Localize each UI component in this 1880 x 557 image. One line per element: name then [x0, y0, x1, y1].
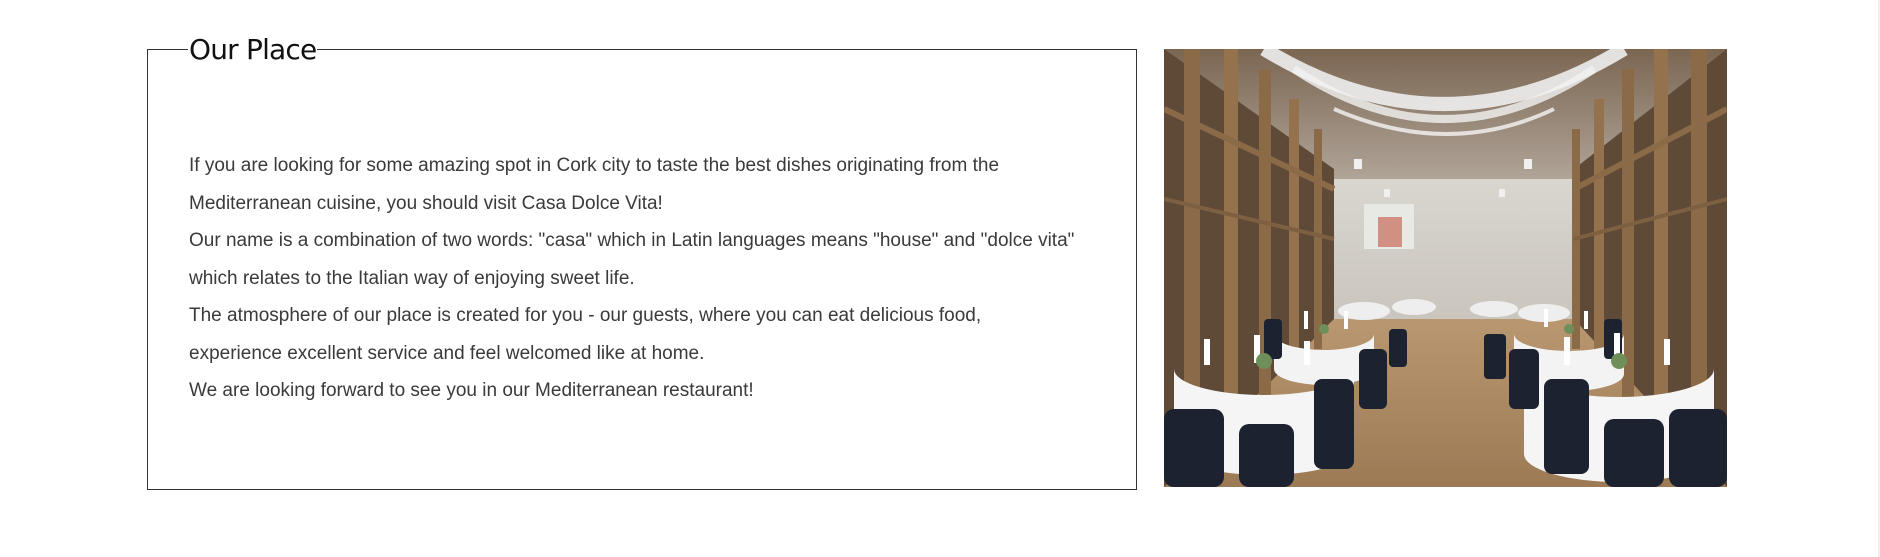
about-line: We are looking forward to see you in our…: [189, 380, 754, 401]
about-text: If you are looking for some amazing spot…: [189, 147, 1109, 410]
about-line: Our name is a combination of two words: …: [189, 230, 1075, 251]
about-line: experience excellent service and feel we…: [189, 342, 705, 364]
about-line: The atmosphere of our place is created f…: [189, 305, 982, 326]
page: Our Place If you are looking for some am…: [0, 0, 1880, 557]
section-title: Our Place: [188, 28, 318, 72]
about-line: If you are looking for some amazing spot…: [189, 155, 1000, 176]
about-line: which relates to the Italian way of enjo…: [189, 267, 635, 289]
restaurant-interior-photo: [1164, 49, 1727, 487]
about-line: Mediterranean cuisine, you should visit …: [189, 192, 663, 214]
